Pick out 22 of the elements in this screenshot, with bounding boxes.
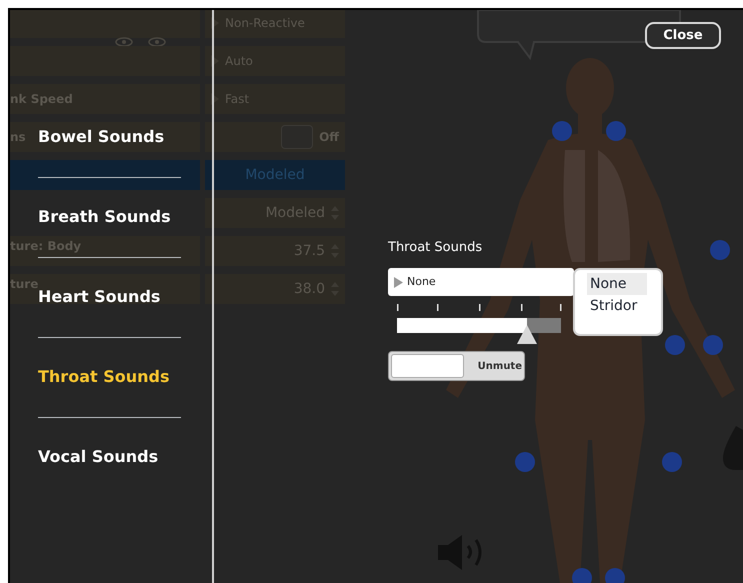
body-marker-dot[interactable] [710, 240, 730, 260]
dropdown-option[interactable]: Stridor [587, 295, 647, 317]
body-marker-dot[interactable] [606, 121, 626, 141]
sound-category-item[interactable]: Breath Sounds [38, 207, 181, 227]
dropdown-option[interactable]: None [587, 273, 647, 295]
triangle-icon [394, 276, 403, 288]
volume-slider-track[interactable] [397, 318, 561, 345]
mute-toggle[interactable]: Unmute [388, 351, 525, 381]
body-marker-dot[interactable] [703, 335, 723, 355]
sound-category-item[interactable]: Bowel Sounds [38, 127, 181, 147]
panel-title: Throat Sounds [388, 239, 484, 257]
body-marker-dot[interactable] [662, 452, 682, 472]
slider-thumb[interactable] [516, 325, 537, 344]
sound-select[interactable]: None [388, 268, 574, 296]
sound-category-item[interactable]: Vocal Sounds [38, 447, 181, 467]
body-marker-dot[interactable] [515, 452, 535, 472]
body-marker-dot[interactable] [665, 335, 685, 355]
sound-category-item[interactable]: Heart Sounds [38, 287, 181, 307]
close-button[interactable]: Close [645, 22, 721, 49]
body-marker-dot[interactable] [552, 121, 572, 141]
sound-category-item[interactable]: Throat Sounds [38, 367, 181, 387]
eyes-icon [115, 37, 167, 47]
